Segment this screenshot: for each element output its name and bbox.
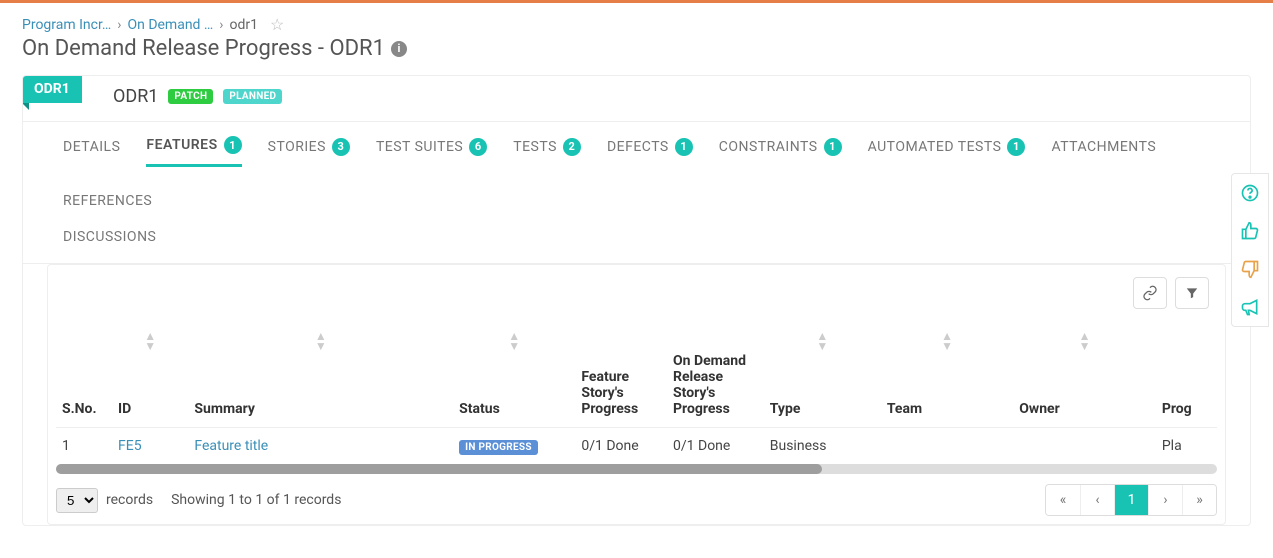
info-icon[interactable]: i (391, 41, 407, 57)
horizontal-scrollbar[interactable] (56, 464, 1217, 474)
tab-defects[interactable]: DEFECTS1 (607, 136, 693, 167)
records-select[interactable]: 5 (56, 488, 98, 513)
breadcrumb-current: odr1 (230, 17, 259, 33)
tab-count: 1 (675, 138, 693, 156)
tab-details[interactable]: DETAILS (63, 136, 120, 167)
table-footer: 5 records Showing 1 to 1 of 1 records « … (48, 474, 1225, 516)
tab-count: 1 (824, 138, 842, 156)
col-prog[interactable]: Prog (1156, 323, 1217, 428)
filter-icon (1185, 286, 1199, 300)
page-title: On Demand Release Progress - ODR1 i (22, 36, 1251, 61)
tab-features[interactable]: FEATURES1 (146, 136, 241, 167)
features-table-panel: S.No. ▲▼ID ▲▼Summary ▲▼Status Feature St… (47, 264, 1226, 525)
table-toolbar (48, 265, 1225, 315)
cell-status-badge: IN PROGRESS (459, 440, 538, 455)
sort-icon: ▲▼ (941, 331, 953, 351)
col-owner[interactable]: ▲▼Owner (1013, 323, 1156, 428)
scrollbar-thumb[interactable] (56, 464, 822, 474)
breadcrumb-link-program-increment[interactable]: Program Incr… (22, 17, 111, 33)
right-rail (1231, 173, 1269, 327)
tab-count: 3 (332, 138, 350, 156)
tab-bar-row2: DISCUSSIONS (23, 219, 1250, 264)
sort-icon: ▲▼ (1079, 331, 1091, 351)
cell-type: Business (764, 428, 881, 465)
tab-count: 6 (469, 138, 487, 156)
sort-icon: ▲▼ (144, 331, 156, 351)
showing-text: Showing 1 to 1 of 1 records (171, 492, 341, 508)
page-prev-button[interactable]: ‹ (1080, 485, 1114, 515)
release-panel: ODR1 ODR1 PATCH PLANNED DETAILS FEATURES… (22, 75, 1251, 526)
megaphone-icon[interactable] (1234, 290, 1266, 324)
link-icon-button[interactable] (1133, 277, 1167, 309)
records-label: records (106, 492, 153, 508)
thumbs-down-icon[interactable] (1234, 252, 1266, 286)
cell-summary-link[interactable]: Feature title (194, 438, 268, 454)
pagination: « ‹ 1 › » (1045, 484, 1217, 516)
tab-automated-tests[interactable]: AUTOMATED TESTS1 (868, 136, 1026, 167)
tab-count: 2 (563, 138, 581, 156)
col-status[interactable]: ▲▼Status (453, 323, 575, 428)
help-icon[interactable] (1234, 176, 1266, 210)
page-next-button[interactable]: › (1148, 485, 1182, 515)
table-header-row: S.No. ▲▼ID ▲▼Summary ▲▼Status Feature St… (56, 323, 1217, 428)
link-icon (1142, 285, 1158, 301)
page-number-button[interactable]: 1 (1114, 485, 1148, 515)
filter-icon-button[interactable] (1175, 277, 1209, 309)
tab-tests[interactable]: TESTS2 (513, 136, 581, 167)
thumbs-up-icon[interactable] (1234, 214, 1266, 248)
col-id[interactable]: ▲▼ID (112, 323, 188, 428)
breadcrumb-link-on-demand[interactable]: On Demand … (127, 17, 213, 33)
cell-feature-progress: 0/1 Done (575, 428, 667, 465)
tab-test-suites[interactable]: TEST SUITES6 (376, 136, 487, 167)
panel-header: ODR1 PATCH PLANNED (23, 76, 1250, 122)
cell-prog: Pla (1156, 428, 1217, 465)
sort-icon: ▲▼ (816, 331, 828, 351)
tab-stories[interactable]: STORIES3 (268, 136, 350, 167)
features-table: S.No. ▲▼ID ▲▼Summary ▲▼Status Feature St… (56, 323, 1217, 464)
patch-badge: PATCH (168, 89, 213, 104)
page-last-button[interactable]: » (1182, 485, 1216, 515)
cell-odr-progress: 0/1 Done (667, 428, 764, 465)
status-badge: PLANNED (223, 89, 282, 104)
release-name: ODR1 (113, 86, 158, 107)
col-sno[interactable]: S.No. (56, 323, 112, 428)
tab-references[interactable]: REFERENCES (63, 193, 152, 219)
tab-bar: DETAILS FEATURES1 STORIES3 TEST SUITES6 … (23, 122, 1250, 219)
cell-id-link[interactable]: FE5 (118, 438, 142, 454)
table-row[interactable]: 1 FE5 Feature title IN PROGRESS 0/1 Done… (56, 428, 1217, 465)
cell-owner (1013, 428, 1156, 465)
breadcrumb: Program Incr… › On Demand … › odr1 ☆ (22, 15, 1251, 34)
page-first-button[interactable]: « (1046, 485, 1080, 515)
tab-count: 1 (1007, 138, 1025, 156)
star-icon[interactable]: ☆ (270, 15, 284, 34)
col-summary[interactable]: ▲▼Summary (188, 323, 453, 428)
col-type[interactable]: ▲▼Type (764, 323, 881, 428)
tab-count: 1 (224, 136, 242, 154)
cell-team (881, 428, 1013, 465)
release-chip: ODR1 (22, 75, 82, 103)
col-team[interactable]: ▲▼Team (881, 323, 1013, 428)
chevron-right-icon: › (219, 17, 223, 33)
chevron-right-icon: › (117, 17, 121, 33)
col-feature-progress[interactable]: Feature Story's Progress (575, 323, 667, 428)
tab-constraints[interactable]: CONSTRAINTS1 (719, 136, 842, 167)
sort-icon: ▲▼ (508, 331, 520, 351)
col-odr-progress[interactable]: On Demand Release Story's Progress (667, 323, 764, 428)
sort-icon: ▲▼ (315, 331, 327, 351)
tab-discussions[interactable]: DISCUSSIONS (63, 229, 156, 249)
cell-sno: 1 (56, 428, 112, 465)
tab-attachments[interactable]: ATTACHMENTS (1051, 136, 1156, 167)
